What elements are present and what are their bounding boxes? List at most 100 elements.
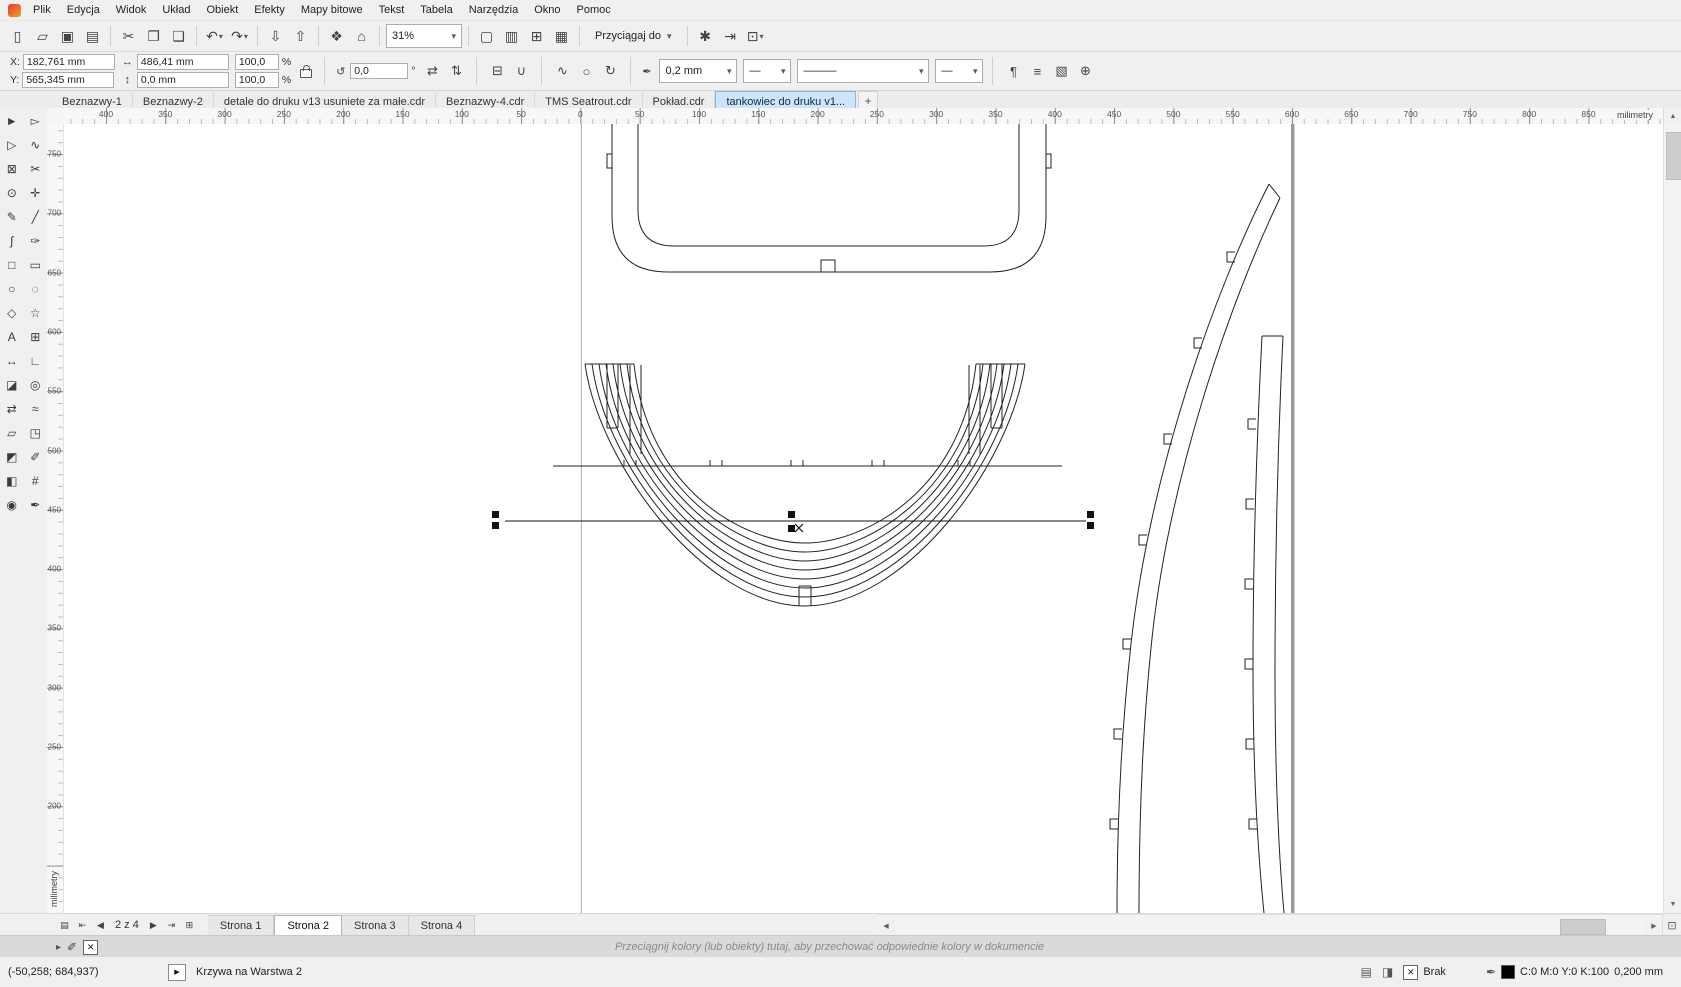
undo-button[interactable]: ↶▾: [203, 24, 226, 48]
scroll-right-button[interactable]: ▶: [1645, 917, 1663, 935]
table-tool[interactable]: ⊞: [26, 329, 44, 345]
three-point-rectangle-tool[interactable]: ▭: [26, 257, 44, 273]
smooth-tool[interactable]: ∿: [26, 137, 44, 153]
y-position-field[interactable]: 565,345 mm: [22, 72, 114, 88]
first-page-button[interactable]: ⇤: [74, 917, 91, 934]
knife-tool[interactable]: ✂: [26, 161, 44, 177]
end-arrowhead-combo[interactable]: — ▾: [935, 59, 983, 83]
horizontal-scrollbar-thumb[interactable]: [1560, 919, 1606, 935]
pen-tool[interactable]: ✑: [26, 233, 44, 249]
keel-part-outline[interactable]: [1245, 336, 1284, 913]
show-rulers-button[interactable]: ▥: [500, 24, 523, 48]
page-tab[interactable]: Strona 1: [208, 915, 275, 936]
zoom-corner-button[interactable]: ⊡: [1662, 914, 1681, 936]
dropdown-caret-icon[interactable]: ▾: [919, 66, 924, 77]
extrude-tool[interactable]: ◳: [26, 425, 44, 441]
menu-item-okno[interactable]: Okno: [526, 1, 568, 19]
order-objects-button[interactable]: ≡: [1026, 60, 1048, 82]
drop-shadow-tool[interactable]: ◪: [3, 377, 21, 393]
vertical-ruler[interactable]: milimetry 750700650600550500450400350300…: [47, 124, 64, 913]
interactive-fill-tool[interactable]: ◧: [3, 473, 21, 489]
menu-item-tabela[interactable]: Tabela: [412, 1, 460, 19]
mesh-fill-tool[interactable]: #: [26, 473, 44, 489]
save-document-button[interactable]: ▣: [56, 24, 79, 48]
menu-item-obiekt[interactable]: Obiekt: [198, 1, 246, 19]
three-point-ellipse-tool[interactable]: ◌: [26, 281, 44, 297]
scale-x-field[interactable]: 100,0: [235, 54, 279, 70]
reverse-direction-button[interactable]: ↻: [599, 60, 621, 82]
object-details-popup-button[interactable]: ▶: [168, 964, 186, 981]
color-eyedropper-tool[interactable]: ✐: [26, 449, 44, 465]
vertical-scrollbar-thumb[interactable]: [1666, 132, 1681, 180]
distort-tool[interactable]: ≈: [26, 401, 44, 417]
polygon-tool[interactable]: ◇: [3, 305, 21, 321]
lock-ratio-button[interactable]: [297, 55, 315, 87]
ellipse-tool[interactable]: ○: [3, 281, 21, 297]
zoom-level-combo[interactable]: 31% ▾: [386, 24, 462, 48]
next-page-button[interactable]: ▶: [145, 917, 162, 934]
monitor-color-preview-button[interactable]: ⊡▾: [744, 24, 767, 48]
export-button[interactable]: ⇧: [289, 24, 312, 48]
dropdown-caret-icon[interactable]: ▾: [727, 66, 732, 77]
paste-button[interactable]: ❏: [167, 24, 190, 48]
join-curves-button[interactable]: ∪: [510, 60, 532, 82]
cut-button[interactable]: ✂: [117, 24, 140, 48]
menu-item-mapy-bitowe[interactable]: Mapy bitowe: [293, 1, 371, 19]
copy-button[interactable]: ❐: [142, 24, 165, 48]
connector-tool[interactable]: ∟: [26, 353, 44, 369]
application-launcher-button[interactable]: ❖: [325, 24, 348, 48]
print-document-button[interactable]: ▤: [81, 24, 104, 48]
no-color-swatch[interactable]: ✕: [83, 940, 98, 955]
smart-fill-tool[interactable]: ◉: [3, 497, 21, 513]
menu-item-efekty[interactable]: Efekty: [246, 1, 293, 19]
page-tab[interactable]: Strona 4: [409, 915, 476, 936]
freehand-tool[interactable]: ✎: [3, 209, 21, 225]
object-height-field[interactable]: 0,0 mm: [137, 72, 229, 88]
parallel-dimension-tool[interactable]: ↔: [3, 353, 21, 369]
dropdown-caret-icon[interactable]: ▾: [451, 31, 456, 42]
contour-tool[interactable]: ◎: [26, 377, 44, 393]
import-button[interactable]: ⇩: [264, 24, 287, 48]
crop-tool[interactable]: ⊠: [3, 161, 21, 177]
start-arrowhead-combo[interactable]: — ▾: [743, 59, 791, 83]
menu-item-plik[interactable]: Plik: [25, 1, 59, 19]
palette-flyout-icon[interactable]: ▸: [56, 942, 61, 953]
wrap-paragraph-text-button[interactable]: ¶: [1002, 60, 1024, 82]
star-tool[interactable]: ☆: [26, 305, 44, 321]
menu-item-pomoc[interactable]: Pomoc: [569, 1, 619, 19]
position-anchor-button[interactable]: ⊕: [1074, 60, 1096, 82]
outline-width-combo[interactable]: 0,2 mm ▾: [659, 59, 737, 83]
scroll-left-button[interactable]: ◀: [877, 917, 895, 935]
palette-eyedropper-icon[interactable]: ✐: [67, 940, 77, 954]
line-style-combo[interactable]: ——— ▾: [797, 59, 929, 83]
show-grid-button[interactable]: ⊞: [525, 24, 548, 48]
close-curve-button[interactable]: ○: [575, 60, 597, 82]
menu-item-widok[interactable]: Widok: [108, 1, 155, 19]
fill-type-icon[interactable]: ◨: [1382, 965, 1393, 979]
page-tab-active[interactable]: Strona 2: [274, 915, 342, 936]
blend-tool[interactable]: ⇄: [3, 401, 21, 417]
page-tab[interactable]: Strona 3: [342, 915, 409, 936]
previous-page-button[interactable]: ◀: [92, 917, 109, 934]
canvas[interactable]: [63, 124, 1664, 913]
show-guidelines-button[interactable]: ▦: [550, 24, 573, 48]
outline-pen-tool[interactable]: ✒: [26, 497, 44, 513]
zoom-tool[interactable]: ⊙: [3, 185, 21, 201]
last-page-button[interactable]: ⇥: [163, 917, 180, 934]
dropdown-caret-icon[interactable]: ▾: [973, 66, 978, 77]
menu-item-układ[interactable]: Układ: [154, 1, 198, 19]
smooth-curve-button[interactable]: ∿: [551, 60, 573, 82]
horizontal-scrollbar[interactable]: ◀ ▶: [877, 914, 1663, 937]
freehand-pick-tool[interactable]: ▻: [26, 113, 44, 129]
treat-as-filled-button[interactable]: ▧: [1050, 60, 1072, 82]
mirror-vertical-button[interactable]: ⇅: [445, 60, 467, 82]
transparency-tool[interactable]: ◩: [3, 449, 21, 465]
options-button[interactable]: ✱: [694, 24, 717, 48]
snap-to-dropdown[interactable]: Przyciągaj do ▾: [586, 24, 681, 48]
menu-item-edycja[interactable]: Edycja: [59, 1, 108, 19]
document-color-settings-icon[interactable]: ▤: [1361, 965, 1372, 979]
duplicate-distance-button[interactable]: ⇥: [719, 24, 742, 48]
text-tool[interactable]: A: [3, 329, 21, 345]
scale-y-field[interactable]: 100,0: [235, 72, 279, 88]
dropdown-caret-icon[interactable]: ▾: [781, 66, 786, 77]
